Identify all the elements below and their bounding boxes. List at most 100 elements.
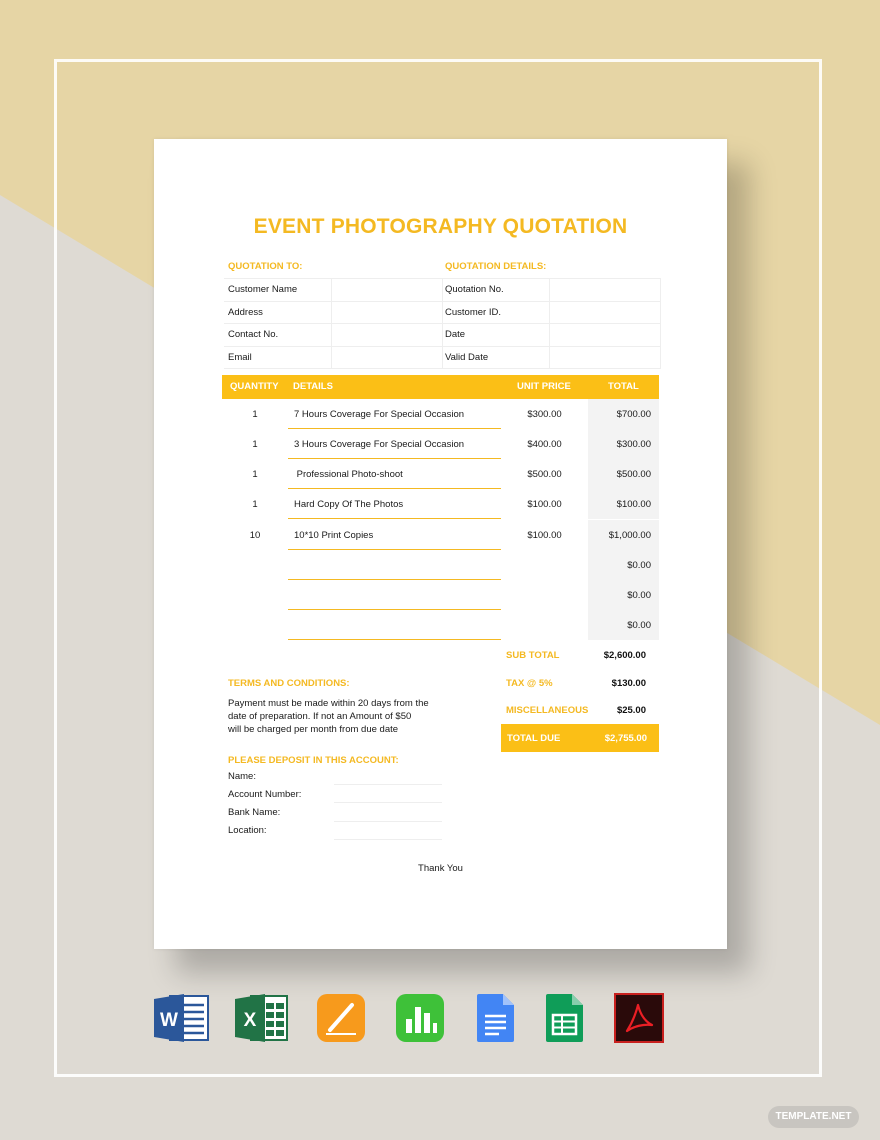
- header-details: DETAILS: [293, 381, 333, 392]
- deposit-value-line[interactable]: [334, 784, 442, 785]
- field-value[interactable]: [331, 345, 443, 370]
- item-total: $500.00: [616, 469, 651, 480]
- table-row: $0.00: [222, 610, 659, 640]
- deposit-field-location: Location:: [228, 825, 267, 836]
- table-row: $0.00: [222, 580, 659, 610]
- item-total-cell: $700.00: [588, 399, 659, 429]
- field-value[interactable]: [549, 323, 661, 347]
- item-quantity: 1: [252, 469, 258, 480]
- svg-text:W: W: [160, 1010, 178, 1031]
- deposit-value-line[interactable]: [334, 821, 442, 822]
- header-quantity: QUANTITY: [230, 381, 279, 392]
- item-quantity: 10: [249, 530, 261, 541]
- item-details: Hard Copy Of The Photos: [294, 499, 404, 510]
- field-label: Customer ID.: [441, 300, 550, 325]
- total-due-value: $2,755.00: [604, 733, 647, 744]
- field-label: Date: [441, 323, 550, 347]
- field-label: Email: [224, 345, 332, 370]
- total-due-label: TOTAL DUE: [507, 733, 561, 744]
- table-row: $0.00: [222, 550, 659, 580]
- total-due-row: TOTAL DUE $2,755.00: [501, 724, 659, 752]
- field-value[interactable]: [331, 278, 443, 302]
- word-icon[interactable]: W: [154, 993, 210, 1043]
- items-table-header: QUANTITY DETAILS UNIT PRICE TOTAL: [222, 375, 659, 399]
- tax-value: $130.00: [611, 678, 646, 689]
- terms-text: Payment must be made within 20 days from…: [228, 697, 453, 736]
- field-value[interactable]: [331, 300, 443, 325]
- item-details: 7 Hours Coverage For Special Occasion: [294, 409, 465, 420]
- template-net-badge[interactable]: TEMPLATE.NET: [768, 1106, 859, 1128]
- field-value[interactable]: [549, 300, 661, 325]
- deposit-field-account-number: Account Number:: [228, 789, 302, 800]
- item-details: 10*10 Print Copies: [294, 530, 374, 541]
- deposit-value-line[interactable]: [334, 839, 442, 840]
- quotation-to-heading: QUOTATION TO:: [228, 261, 303, 272]
- miscellaneous-value: $25.00: [616, 705, 646, 716]
- item-unit-price: $400.00: [527, 439, 562, 450]
- item-unit-price: $300.00: [527, 409, 562, 420]
- item-details-cell: Professional Photo-shoot: [288, 459, 501, 489]
- numbers-icon[interactable]: [395, 993, 445, 1043]
- google-docs-icon[interactable]: [476, 993, 516, 1043]
- item-total: $100.00: [616, 499, 651, 510]
- quotation-document: EVENT PHOTOGRAPHY QUOTATION QUOTATION TO…: [154, 139, 727, 949]
- item-details: 3 Hours Coverage For Special Occasion: [294, 439, 465, 450]
- sub-total-label: SUB TOTAL: [506, 650, 560, 661]
- item-total-cell: $1,000.00: [588, 520, 659, 550]
- sub-total-value: $2,600.00: [603, 650, 646, 661]
- item-total: $0.00: [627, 620, 651, 631]
- item-total: $0.00: [627, 590, 651, 601]
- field-label: Customer Name: [224, 278, 332, 302]
- field-value[interactable]: [331, 323, 443, 347]
- item-total-cell: $0.00: [588, 550, 659, 580]
- item-total-cell: $500.00: [588, 459, 659, 489]
- header-total: TOTAL: [608, 381, 639, 392]
- item-total: $0.00: [627, 560, 651, 571]
- field-label: Contact No.: [224, 323, 332, 347]
- deposit-heading: PLEASE DEPOSIT IN THIS ACCOUNT:: [228, 755, 399, 766]
- miscellaneous-label: MISCELLANEOUS: [506, 705, 589, 716]
- table-row: 1 Professional Photo-shoot $500.00 $500.…: [222, 459, 659, 489]
- item-unit-price: $100.00: [527, 499, 562, 510]
- table-row: 1 7 Hours Coverage For Special Occasion …: [222, 399, 659, 429]
- document-title: EVENT PHOTOGRAPHY QUOTATION: [253, 215, 628, 238]
- quotation-details-heading: QUOTATION DETAILS:: [445, 261, 547, 272]
- thank-you-text: Thank You: [418, 863, 463, 874]
- item-details-cell: 10*10 Print Copies: [288, 520, 501, 550]
- google-sheets-icon[interactable]: [545, 993, 585, 1043]
- item-total: $700.00: [616, 409, 651, 420]
- item-quantity: 1: [252, 439, 258, 450]
- deposit-field-name: Name:: [228, 771, 256, 782]
- quotation-details-table: Quotation No. Customer ID. Date Valid Da…: [441, 278, 661, 370]
- acrobat-pdf-icon[interactable]: [614, 993, 664, 1043]
- terms-line: date of preparation. If not an Amount of…: [228, 711, 412, 722]
- item-details: Professional Photo-shoot: [294, 469, 403, 480]
- item-details-cell: [288, 550, 501, 580]
- svg-text:X: X: [244, 1010, 257, 1031]
- item-details-cell: 3 Hours Coverage For Special Occasion: [288, 429, 501, 459]
- field-label: Quotation No.: [441, 278, 550, 302]
- item-quantity: 1: [252, 499, 258, 510]
- pages-icon[interactable]: [316, 993, 366, 1043]
- table-row: 1 Hard Copy Of The Photos $100.00 $100.0…: [222, 489, 659, 519]
- item-quantity: 1: [252, 409, 258, 420]
- tax-label: TAX @ 5%: [506, 678, 553, 689]
- header-unit-price: UNIT PRICE: [517, 381, 571, 392]
- field-value[interactable]: [549, 278, 661, 302]
- item-total: $300.00: [616, 439, 651, 450]
- item-details-cell: [288, 580, 501, 610]
- item-unit-price: $100.00: [527, 530, 562, 541]
- item-total-cell: $0.00: [588, 580, 659, 610]
- deposit-field-bank-name: Bank Name:: [228, 807, 281, 818]
- item-unit-price: $500.00: [527, 469, 562, 480]
- deposit-value-line[interactable]: [334, 802, 442, 803]
- field-label: Address: [224, 300, 332, 325]
- excel-icon[interactable]: X: [235, 993, 289, 1043]
- field-value[interactable]: [549, 345, 661, 370]
- quotation-to-table: Customer Name Address Contact No. Email: [224, 278, 443, 370]
- item-details-cell: 7 Hours Coverage For Special Occasion: [288, 399, 501, 429]
- table-row: 1 3 Hours Coverage For Special Occasion …: [222, 429, 659, 459]
- terms-line: will be charged per month from due date: [228, 724, 399, 735]
- item-details-cell: Hard Copy Of The Photos: [288, 489, 501, 519]
- item-total: $1,000.00: [608, 530, 651, 541]
